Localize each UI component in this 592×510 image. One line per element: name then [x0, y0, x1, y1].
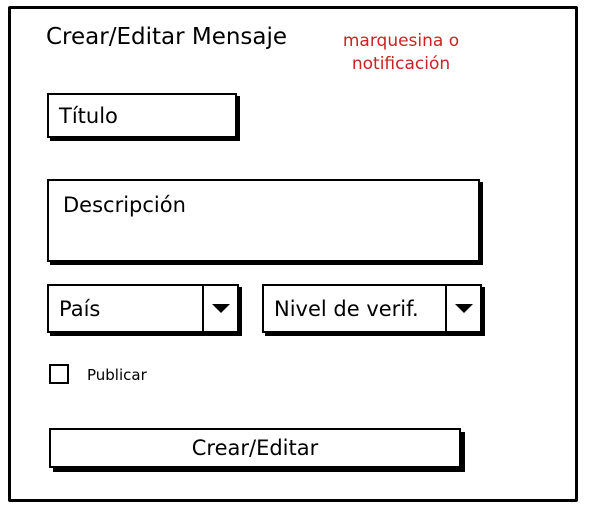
chevron-down-icon [454, 304, 473, 313]
country-select-value: País [59, 296, 101, 321]
verification-level-select[interactable]: Nivel de verif. [262, 284, 482, 333]
country-dropdown-button[interactable] [202, 286, 237, 331]
title-input[interactable]: Título [47, 93, 237, 138]
verification-level-dropdown-button[interactable] [445, 286, 480, 331]
country-select[interactable]: País [47, 284, 239, 333]
description-textarea[interactable]: Descripción [47, 179, 480, 262]
annotation-note: marquesina o notificación [342, 31, 460, 74]
page-title: Crear/Editar Mensaje [46, 24, 288, 50]
verification-level-value: Nivel de verif. [274, 296, 419, 321]
publish-checkbox[interactable] [49, 364, 69, 384]
chevron-down-icon [211, 304, 230, 313]
publish-label: Publicar [87, 366, 147, 384]
submit-button[interactable]: Crear/Editar [49, 428, 461, 468]
